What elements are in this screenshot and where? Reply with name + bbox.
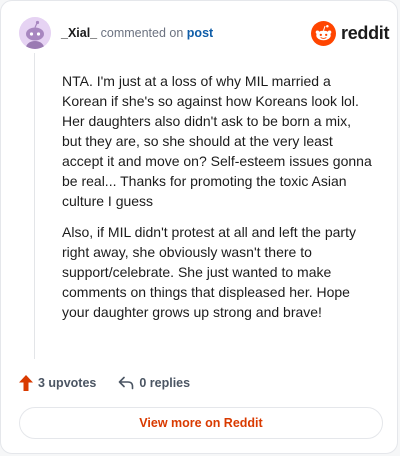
upvote-count: 3 upvotes [38,376,97,390]
reply-arrow-icon [119,376,134,390]
comment-actions: 3 upvotes 0 replies [19,375,190,391]
view-more-button[interactable]: View more on Reddit [19,407,383,439]
reddit-wordmark: reddit [341,23,390,43]
comment-header: _Xial_ commented on post [61,26,213,40]
reply-count: 0 replies [139,376,191,390]
reddit-logo-icon [311,21,336,46]
comment-paragraph-1: NTA. I'm just at a loss of why MIL marri… [62,73,372,209]
user-avatar-icon[interactable] [19,17,51,49]
reply-button[interactable]: 0 replies [118,376,190,390]
comment-paragraph-2: Also, if MIL didn't protest at all and l… [62,224,356,320]
comment-embed-card: _Xial_ commented on post reddit NTA. I'm… [0,0,398,454]
upvote-arrow-icon [19,375,33,391]
comment-body: NTA. I'm just at a loss of why MIL marri… [62,71,372,333]
commented-on-text: commented on [100,26,184,40]
upvote-button[interactable]: 3 upvotes [19,375,96,391]
reddit-logo[interactable]: reddit [311,21,390,46]
thread-line [34,53,35,359]
post-link[interactable]: post [187,26,213,40]
username[interactable]: _Xial_ [61,26,97,40]
